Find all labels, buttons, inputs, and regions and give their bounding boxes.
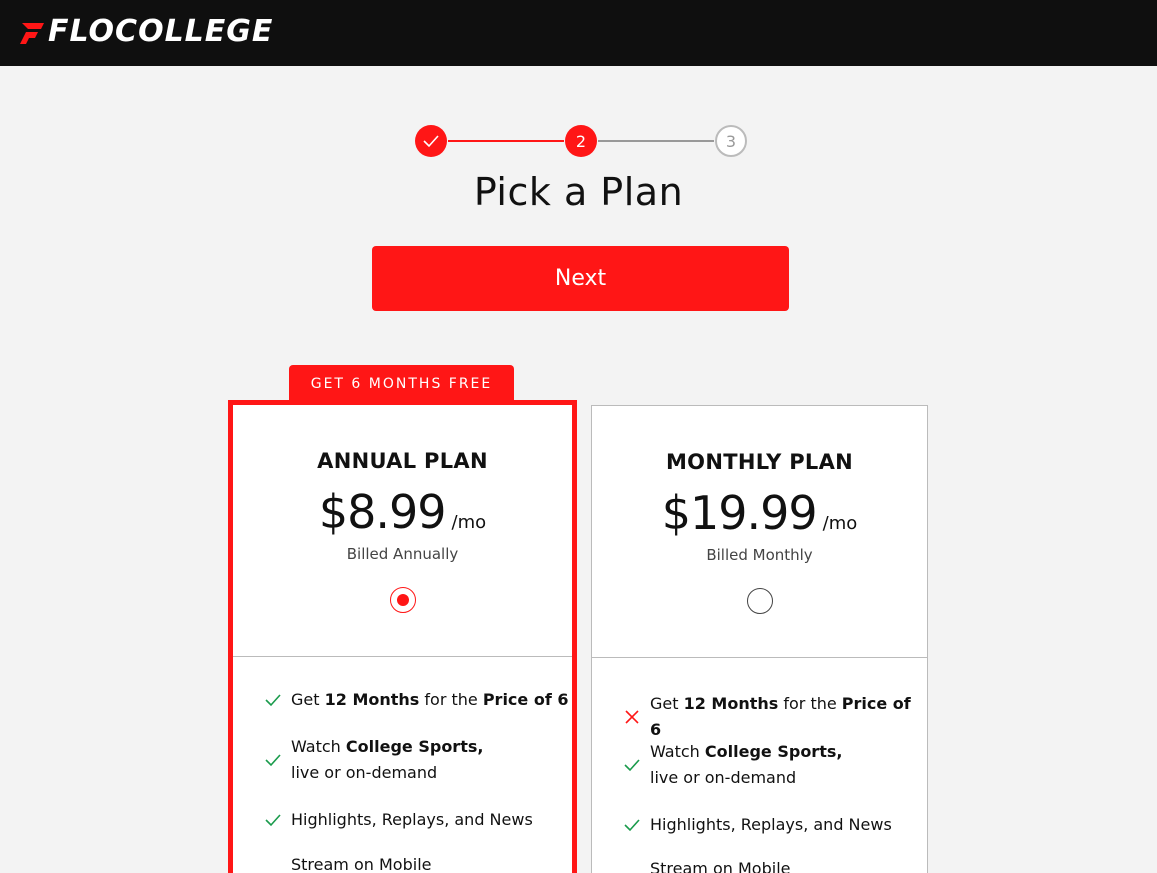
feature-text: Stream on Mobile bbox=[650, 859, 791, 873]
feature-text: Get 12 Months for the Price of 6 bbox=[291, 690, 569, 709]
price-row: $8.99 /mo bbox=[233, 485, 572, 539]
step-connector-pending bbox=[598, 140, 714, 142]
plan-price: $8.99 bbox=[318, 485, 447, 539]
feature-text: Watch College Sports, live or on-demand bbox=[650, 742, 843, 787]
step-1-complete bbox=[415, 125, 447, 157]
monthly-plan-card[interactable]: MONTHLY PLAN $19.99 /mo Billed Monthly G… bbox=[591, 405, 928, 873]
progress-stepper: 2 3 bbox=[415, 125, 747, 157]
plan-name: MONTHLY PLAN bbox=[665, 450, 854, 474]
billing-frequency: Billed Annually bbox=[346, 545, 459, 563]
price-period: /mo bbox=[451, 512, 487, 533]
check-icon bbox=[261, 693, 285, 707]
check-icon bbox=[261, 753, 285, 767]
feature-text: Highlights, Replays, and News bbox=[650, 815, 892, 834]
feature-text: Watch College Sports, live or on-demand bbox=[291, 737, 484, 782]
billing-frequency: Billed Monthly bbox=[706, 546, 813, 564]
feature-item: Highlights, Replays, and News bbox=[261, 807, 533, 833]
top-navigation-bar: FLOCOLLEGE bbox=[0, 0, 1157, 66]
check-icon bbox=[261, 813, 285, 827]
annual-plan-card[interactable]: ANNUAL PLAN $8.99 /mo Billed Annually Ge… bbox=[228, 400, 577, 873]
feature-text: Highlights, Replays, and News bbox=[291, 810, 533, 829]
feature-item: Watch College Sports, live or on-demand bbox=[261, 734, 483, 786]
annual-plan-radio[interactable] bbox=[389, 587, 416, 613]
checkmark-icon bbox=[423, 135, 439, 148]
page-title: Pick a Plan bbox=[473, 170, 684, 214]
plan-name: ANNUAL PLAN bbox=[317, 449, 488, 473]
feature-item: Get 12 Months for the Price of 6 bbox=[620, 691, 927, 743]
monthly-plan-radio[interactable] bbox=[746, 588, 773, 614]
promo-badge: GET 6 MONTHS FREE bbox=[289, 365, 514, 402]
step-2-current: 2 bbox=[565, 125, 597, 157]
feature-item: Highlights, Replays, and News bbox=[620, 812, 892, 838]
next-button[interactable]: Next bbox=[372, 246, 789, 311]
price-row: $19.99 /mo bbox=[592, 486, 927, 540]
x-icon bbox=[620, 709, 644, 725]
logo-wordmark: FLOCOLLEGE bbox=[48, 14, 274, 49]
plan-header: MONTHLY PLAN $19.99 /mo Billed Monthly bbox=[592, 406, 927, 658]
feature-item: Stream on Mobile bbox=[291, 852, 431, 873]
step-connector-complete bbox=[448, 140, 564, 142]
feature-text: Get 12 Months for the Price of 6 bbox=[649, 694, 911, 739]
feature-item: Watch College Sports, live or on-demand bbox=[620, 739, 842, 791]
plan-price: $19.99 bbox=[661, 486, 818, 540]
feature-text: Stream on Mobile bbox=[291, 855, 432, 873]
check-icon bbox=[620, 818, 644, 832]
step-3-upcoming: 3 bbox=[715, 125, 747, 157]
check-icon bbox=[620, 758, 644, 772]
flocollege-logo[interactable]: FLOCOLLEGE bbox=[20, 14, 273, 50]
feature-item: Stream on Mobile bbox=[650, 856, 790, 873]
feature-item: Get 12 Months for the Price of 6 bbox=[261, 687, 569, 713]
flo-mark-icon bbox=[20, 23, 44, 44]
plan-header: ANNUAL PLAN $8.99 /mo Billed Annually bbox=[233, 405, 572, 657]
price-period: /mo bbox=[822, 513, 858, 534]
